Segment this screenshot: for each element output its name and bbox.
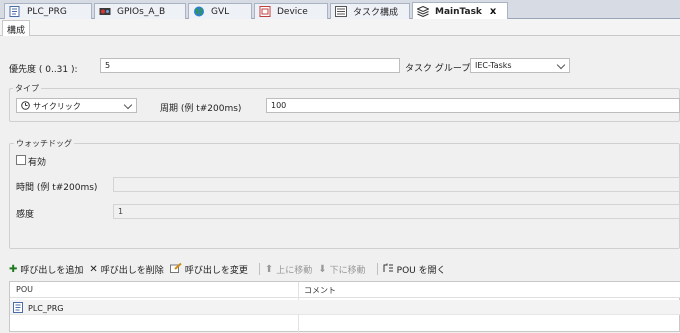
- task-icon: [416, 5, 430, 18]
- program-icon: [13, 302, 24, 315]
- watchdog-time-label: 時間 (例 t#200ms): [16, 183, 98, 193]
- clock-icon: [21, 101, 30, 112]
- priority-label: 優先度 ( 0..31 ):: [9, 65, 78, 75]
- edit-icon: [169, 262, 182, 276]
- tab-label: タスク構成: [353, 8, 399, 18]
- watchdog-group-title: ウォッチドッグ: [14, 138, 74, 149]
- arrow-down-icon: ⬇: [318, 263, 327, 275]
- close-tab-icon[interactable]: x: [490, 6, 496, 17]
- type-group-title: タイプ: [13, 83, 41, 94]
- watchdog-enable-label: 有効: [28, 158, 47, 168]
- device-io-icon: [99, 6, 111, 17]
- change-call-button[interactable]: 呼び出しを変更: [169, 262, 248, 276]
- tab-plc-prg[interactable]: PLC_PRG: [4, 3, 92, 19]
- open-pou-icon: [383, 263, 394, 276]
- interval-label: 周期 (例 t#200ms): [160, 104, 242, 114]
- editor-tab-strip: PLC_PRG GPIOs_A_B GVL Device タスク構成 MainT…: [0, 0, 680, 20]
- move-up-button[interactable]: ⬆ 上に移動: [265, 263, 312, 276]
- tab-configuration[interactable]: 構成: [2, 20, 31, 36]
- program-icon: [9, 6, 21, 17]
- watchdog-time-input[interactable]: [113, 177, 680, 192]
- add-call-button[interactable]: ✚ 呼び出しを追加: [9, 263, 83, 276]
- task-type-value: サイクリック: [33, 102, 81, 111]
- chevron-down-icon: [123, 100, 133, 110]
- watchdog-group: [9, 143, 680, 249]
- pou-call-toolbar: ✚ 呼び出しを追加 ✕ 呼び出しを削除 呼び出しを変更 ⬆ 上に移動 ⬇ 下に移…: [9, 259, 680, 279]
- column-header-pou[interactable]: POU: [16, 285, 33, 294]
- change-call-label: 呼び出しを変更: [184, 265, 248, 276]
- globe-icon: [193, 6, 205, 17]
- tab-label: GVL: [211, 6, 230, 17]
- task-group-label: タスク グループ: [405, 64, 471, 74]
- task-group-select[interactable]: IEC-Tasks: [470, 58, 570, 73]
- toolbar-separator: [376, 263, 378, 275]
- move-down-button[interactable]: ⬇ 下に移動: [318, 263, 365, 276]
- move-down-label: 下に移動: [329, 265, 366, 276]
- watchdog-sensitivity-input[interactable]: 1: [113, 204, 680, 219]
- device-icon: [259, 6, 271, 17]
- watchdog-sensitivity-label: 感度: [16, 210, 35, 220]
- pou-cell: PLC_PRG: [13, 302, 63, 315]
- tab-label: Device: [277, 6, 308, 17]
- open-pou-button[interactable]: POU を開く: [383, 263, 446, 276]
- tab-gvl[interactable]: GVL: [188, 3, 252, 19]
- pou-call-table: POU コメント PLC_PRG: [9, 281, 680, 333]
- arrow-up-icon: ⬆: [264, 263, 274, 275]
- add-call-label: 呼び出しを追加: [20, 265, 84, 276]
- remove-call-button[interactable]: ✕ 呼び出しを削除: [89, 263, 163, 276]
- task-config-icon: [335, 6, 347, 17]
- task-group-value: IEC-Tasks: [475, 61, 512, 70]
- watchdog-enable-checkbox[interactable]: [16, 155, 26, 165]
- delete-icon: ✕: [89, 263, 98, 275]
- tab-label: GPIOs_A_B: [117, 6, 166, 17]
- remove-call-label: 呼び出しを削除: [100, 265, 164, 276]
- priority-input[interactable]: 5: [100, 58, 400, 73]
- plus-icon: ✚: [9, 263, 18, 275]
- tab-main-task[interactable]: MainTask x: [412, 2, 508, 20]
- sub-tab-strip: 構成: [0, 19, 680, 36]
- tab-label: MainTask: [435, 6, 482, 17]
- open-pou-label: POU を開く: [396, 265, 446, 276]
- tab-device[interactable]: Device: [254, 3, 328, 19]
- table-header: POU コメント: [10, 282, 680, 298]
- toolbar-separator: [258, 263, 260, 275]
- interval-input[interactable]: 100: [266, 98, 680, 113]
- task-type-select[interactable]: サイクリック: [16, 98, 137, 113]
- chevron-down-icon: [556, 60, 566, 70]
- tab-gpios-a-b[interactable]: GPIOs_A_B: [94, 3, 186, 19]
- table-row[interactable]: PLC_PRG: [10, 300, 680, 315]
- tab-task-config[interactable]: タスク構成: [330, 3, 410, 19]
- move-up-label: 上に移動: [276, 265, 313, 276]
- tab-label: PLC_PRG: [27, 6, 67, 17]
- column-header-comment[interactable]: コメント: [304, 285, 336, 296]
- pou-name: PLC_PRG: [28, 304, 64, 313]
